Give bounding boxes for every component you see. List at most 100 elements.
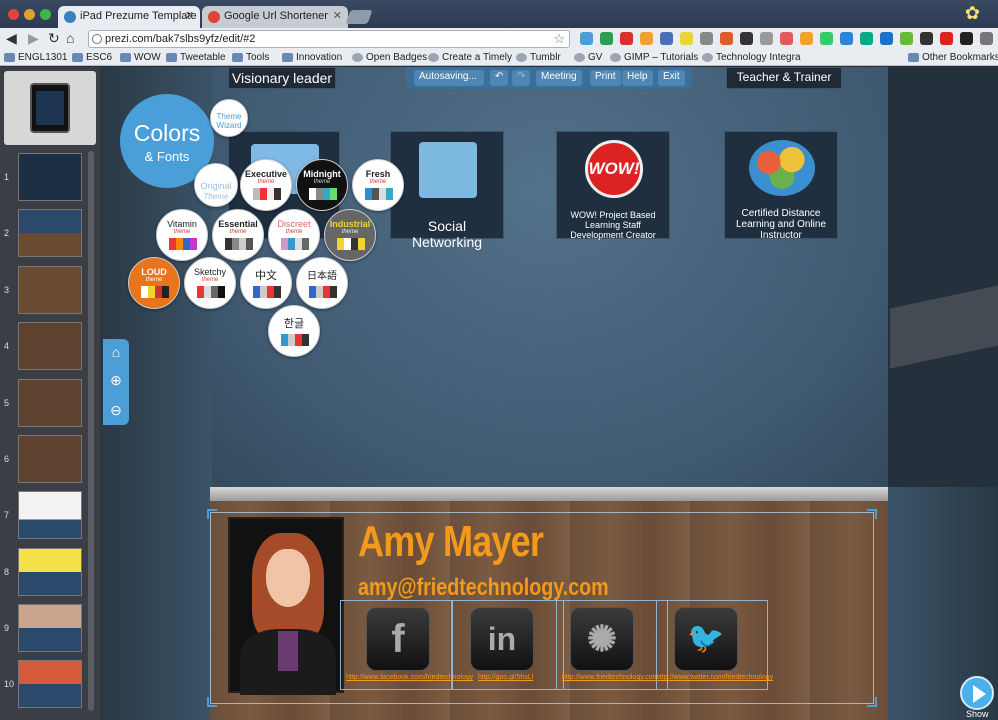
frame-wow-project[interactable]: WOW! WOW! Project Based Learning Staff D… <box>556 131 670 240</box>
extension-icon[interactable] <box>880 32 893 45</box>
home-icon[interactable]: ⌂ <box>66 30 74 46</box>
print-button[interactable]: Print <box>590 70 621 86</box>
theme-essential[interactable]: Essential theme <box>212 209 264 261</box>
back-icon[interactable]: ◀ <box>6 30 17 47</box>
extension-icon[interactable] <box>820 32 833 45</box>
wrench-menu-icon[interactable] <box>980 32 993 45</box>
home-view-icon[interactable]: ⌂ <box>107 343 125 361</box>
sidebar-scrollbar[interactable] <box>88 151 94 711</box>
extension-icon[interactable] <box>860 32 873 45</box>
theme-original[interactable]: Original Theme <box>194 163 238 207</box>
theme-sketchy[interactable]: Sketchy theme <box>184 257 236 309</box>
slide-thumbnail[interactable]: 1 <box>0 151 86 205</box>
slide-thumbnail[interactable]: 2 <box>0 207 86 261</box>
extension-icon[interactable] <box>760 32 773 45</box>
zoom-window-button[interactable] <box>40 9 51 20</box>
zoom-out-icon[interactable]: ⊖ <box>107 401 125 419</box>
linkedin-link[interactable]: http://goo.gl/5hsLl <box>478 674 533 681</box>
bookmark-link[interactable]: GIMP – Tutorials <box>610 52 698 63</box>
meeting-button[interactable]: Meeting <box>536 70 582 86</box>
undo-icon[interactable]: ↶ <box>490 70 509 86</box>
frame-certified-instructor[interactable]: Certified Distance Learning and Online I… <box>724 131 838 241</box>
bookmark-folder[interactable]: WOW <box>120 52 161 63</box>
close-tab-icon[interactable]: ✕ <box>185 9 194 22</box>
frame-teacher-trainer[interactable]: Teacher & Trainer <box>726 67 842 89</box>
profile-photo[interactable] <box>228 517 344 695</box>
extension-icon[interactable] <box>640 32 653 45</box>
exit-button[interactable]: Exit <box>658 70 685 86</box>
theme-korean[interactable]: 한글 <box>268 305 320 357</box>
overview-thumbnail[interactable] <box>4 71 96 145</box>
tab-google-url-shortener[interactable]: Google Url Shortener ✕ <box>202 6 348 28</box>
profile-name[interactable]: Amy Mayer <box>358 517 544 567</box>
slide-thumbnail[interactable]: 6 <box>0 433 86 487</box>
extension-icon[interactable] <box>960 32 973 45</box>
theme-discreet[interactable]: Discreet theme <box>268 209 320 261</box>
address-bar[interactable]: prezi.com/bak7slbs9yfz/edit/#2 ☆ <box>88 30 570 48</box>
bookmark-link[interactable]: Create a Timely <box>428 52 512 63</box>
frame-visionary-leader[interactable]: Visionary leader <box>228 67 336 89</box>
theme-fresh[interactable]: Fresh theme <box>352 159 404 211</box>
slide-thumbnail[interactable]: 7 <box>0 489 86 543</box>
theme-japanese[interactable]: 日本語 <box>296 257 348 309</box>
facebook-icon[interactable]: f <box>366 607 430 671</box>
bookmark-link[interactable]: Open Badges <box>352 52 427 63</box>
close-window-button[interactable] <box>8 9 19 20</box>
extension-icon[interactable] <box>840 32 853 45</box>
slide-thumbnail[interactable]: 9 <box>0 602 86 656</box>
bookmark-link[interactable]: Technology Integra <box>702 52 801 63</box>
frame-handle[interactable] <box>207 509 217 519</box>
bookmark-folder[interactable]: Other Bookmarks <box>908 52 998 63</box>
extension-icon[interactable] <box>740 32 753 45</box>
extension-icon[interactable] <box>680 32 693 45</box>
frame-social-networking[interactable]: Social Networking <box>390 131 504 250</box>
extension-icon[interactable] <box>700 32 713 45</box>
theme-wizard-button[interactable]: Theme Wizard <box>210 99 248 137</box>
new-tab-button[interactable] <box>345 10 373 24</box>
show-presentation-button[interactable] <box>960 676 994 710</box>
tab-ipad-prezume[interactable]: iPad Prezume Template ✕ <box>58 6 200 28</box>
website-network-icon[interactable]: ✺ <box>570 607 634 671</box>
slide-thumbnail[interactable]: 4 <box>0 320 86 374</box>
extension-icon[interactable] <box>720 32 733 45</box>
theme-loud[interactable]: LOUD theme <box>128 257 180 309</box>
extension-icon[interactable] <box>580 32 593 45</box>
theme-executive[interactable]: Executive theme <box>240 159 292 211</box>
twitter-bird-icon[interactable]: 🐦 <box>674 607 738 671</box>
bookmark-link[interactable]: Tumblr <box>516 52 561 63</box>
bookmark-folder[interactable]: Tweetable <box>166 52 226 63</box>
slide-thumbnail[interactable]: 10 <box>0 658 86 712</box>
frame-handle[interactable] <box>867 697 877 707</box>
bookmark-folder[interactable]: Tools <box>232 52 269 63</box>
extension-icon[interactable] <box>900 32 913 45</box>
redo-icon[interactable]: ↷ <box>512 70 531 86</box>
theme-midnight[interactable]: Midnight theme <box>296 159 348 211</box>
linkedin-icon[interactable]: in <box>470 607 534 671</box>
extension-icon[interactable] <box>600 32 613 45</box>
theme-chinese[interactable]: 中文 <box>240 257 292 309</box>
bookmark-folder[interactable]: Innovation <box>282 52 342 63</box>
forward-icon[interactable]: ▶ <box>28 30 39 47</box>
bookmark-folder[interactable]: ENGL1301 <box>4 52 67 63</box>
slide-thumbnail[interactable]: 3 <box>0 264 86 318</box>
minimize-window-button[interactable] <box>24 9 35 20</box>
frame-handle[interactable] <box>207 697 217 707</box>
theme-vitamin[interactable]: Vitamin theme <box>156 209 208 261</box>
bookmark-folder[interactable]: ESC6 <box>72 52 112 63</box>
help-button[interactable]: Help <box>622 70 653 86</box>
prezi-canvas[interactable]: Visionary leader Teacher & Trainer Autos… <box>100 67 998 720</box>
extension-icon[interactable] <box>620 32 633 45</box>
slide-thumbnail[interactable]: 5 <box>0 377 86 431</box>
extension-icon[interactable] <box>800 32 813 45</box>
extension-icon[interactable] <box>940 32 953 45</box>
theme-industrial[interactable]: Industrial theme <box>324 209 376 261</box>
profile-flower-icon[interactable]: ✿ <box>965 3 980 24</box>
slide-thumbnail[interactable]: 8 <box>0 546 86 600</box>
bookmark-link[interactable]: GV <box>574 52 602 63</box>
refresh-icon[interactable]: ↻ <box>48 30 60 47</box>
bookmark-star-icon[interactable]: ☆ <box>553 31 565 47</box>
frame-handle[interactable] <box>867 509 877 519</box>
extension-icon[interactable] <box>920 32 933 45</box>
twitter-link[interactable]: http://www.twitter.com/friedtechnology <box>656 674 773 681</box>
close-tab-icon[interactable]: ✕ <box>333 9 342 22</box>
